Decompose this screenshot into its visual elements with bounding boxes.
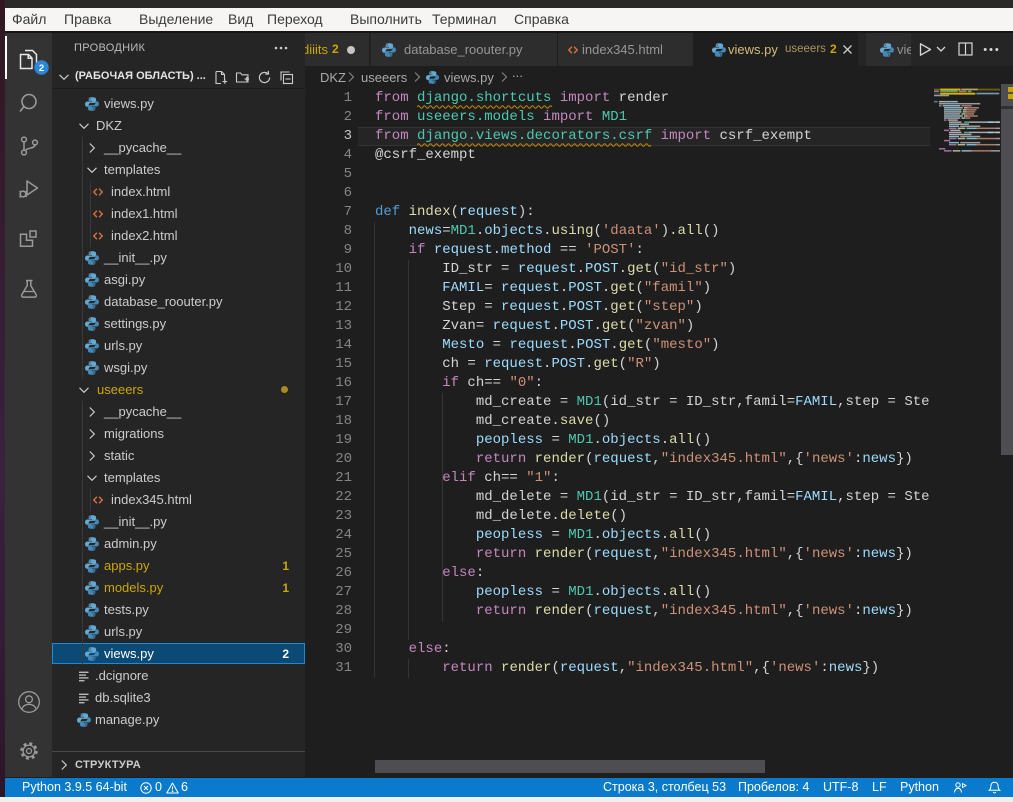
svg-text:2: 2 (39, 63, 44, 74)
